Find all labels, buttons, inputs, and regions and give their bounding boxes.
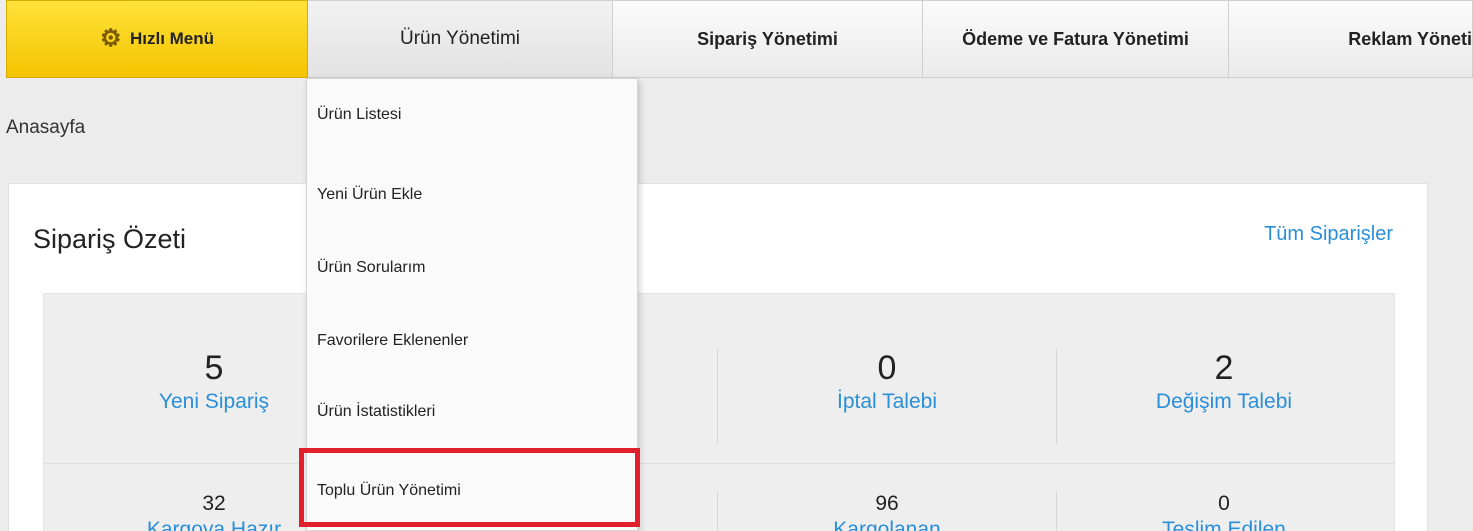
- stat-value: 96: [875, 492, 899, 515]
- breadcrumb[interactable]: Anasayfa: [6, 117, 85, 139]
- nav-payment-invoice-management[interactable]: Ödeme ve Fatura Yönetimi: [923, 0, 1229, 78]
- stat-delivered: 0 Teslim Edilen: [1094, 492, 1354, 531]
- stat-divider: [717, 491, 718, 531]
- quick-menu-button[interactable]: ⚙ Hızlı Menü: [6, 0, 308, 78]
- breadcrumb-home[interactable]: Anasayfa: [6, 117, 85, 138]
- menu-item-product-questions[interactable]: Ürün Sorularım: [307, 259, 637, 277]
- top-navigation: ⚙ Hızlı Menü Ürün Yönetimi Sipariş Yönet…: [6, 0, 1473, 78]
- menu-item-favorites[interactable]: Favorilere Eklenenler: [307, 332, 637, 350]
- stat-cancel-requests: 0 İptal Talebi: [757, 349, 1017, 414]
- highlight-box: [299, 448, 640, 527]
- quick-menu-label: Hızlı Menü: [129, 29, 215, 48]
- stat-link[interactable]: Yeni Sipariş: [84, 390, 344, 414]
- stat-new-orders: 5 Yeni Sipariş: [84, 349, 344, 414]
- stat-link[interactable]: Kargolanan: [757, 518, 1017, 531]
- menu-item-product-list[interactable]: Ürün Listesi: [307, 106, 637, 124]
- nav-ad-label: Reklam Yöneti: [1348, 28, 1472, 49]
- stat-divider: [1056, 491, 1057, 531]
- stat-value: 2: [1214, 349, 1234, 387]
- stat-link[interactable]: Teslim Edilen: [1094, 518, 1354, 531]
- nav-product-management-label: Ürün Yönetimi: [399, 28, 521, 49]
- nav-order-management-label: Sipariş Yönetimi: [697, 28, 838, 49]
- stat-shipped: 96 Kargolanan: [757, 492, 1017, 531]
- nav-payment-label: Ödeme ve Fatura Yönetimi: [962, 28, 1189, 49]
- stat-exchange-requests: 2 Değişim Talebi: [1094, 349, 1354, 414]
- stat-value: 0: [1218, 492, 1230, 515]
- gear-icon: ⚙: [99, 25, 122, 52]
- order-summary-card: Sipariş Özeti Tüm Siparişler 5 Yeni Sipa…: [8, 183, 1428, 531]
- stat-divider: [1056, 349, 1057, 444]
- menu-item-product-statistics[interactable]: Ürün İstatistikleri: [307, 403, 637, 421]
- nav-ad-management[interactable]: Reklam Yöneti: [1229, 0, 1473, 78]
- row-divider: [44, 463, 1394, 464]
- stat-value: 0: [877, 349, 897, 387]
- stat-link[interactable]: Değişim Talebi: [1094, 390, 1354, 414]
- stat-value: 5: [204, 349, 224, 387]
- menu-item-add-product[interactable]: Yeni Ürün Ekle: [307, 186, 637, 204]
- nav-order-management[interactable]: Sipariş Yönetimi: [613, 0, 923, 78]
- stat-divider: [717, 349, 718, 444]
- all-orders-link[interactable]: Tüm Siparişler: [1264, 223, 1393, 246]
- nav-product-management[interactable]: Ürün Yönetimi: [308, 0, 613, 78]
- card-title: Sipariş Özeti: [33, 224, 187, 254]
- order-stats-panel: 5 Yeni Sipariş 0 İptal Talebi 2 Değişim …: [43, 293, 1395, 531]
- stat-link[interactable]: İptal Talebi: [757, 390, 1017, 414]
